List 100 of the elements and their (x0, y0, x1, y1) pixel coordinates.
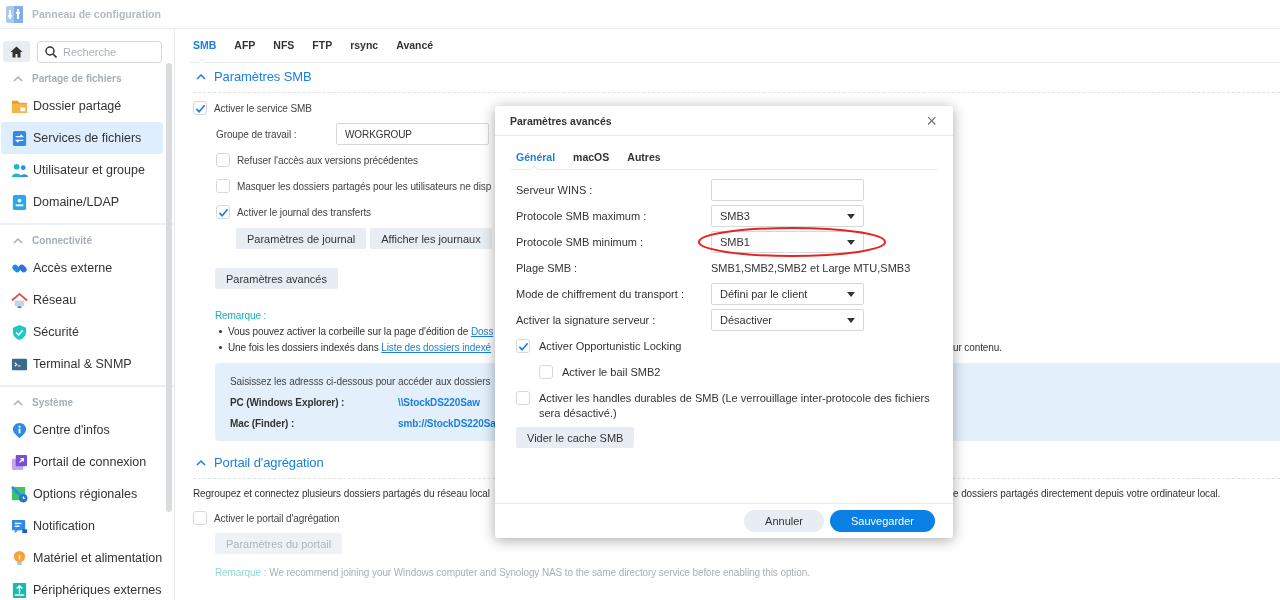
sidebar-item[interactable]: Domaine/LDAP (1, 186, 163, 218)
note-text: Une fois les dossiers indexés dans Liste des dossiers indexé (228, 341, 493, 353)
bullet-dot (219, 345, 222, 349)
log-button[interactable]: Paramètres de journal (236, 228, 367, 249)
chevron-icon[interactable] (13, 398, 23, 406)
bullet-dot (219, 329, 222, 333)
caret-icon (847, 291, 855, 297)
clear-cache-button[interactable]: Vider le cache SMB (516, 427, 635, 448)
map-clock-icon (11, 485, 28, 503)
checkbox-label: Activer le bail SMB2 (562, 366, 661, 378)
checkbox[interactable] (516, 339, 530, 353)
sidebar-item[interactable]: Sécurité (1, 316, 163, 348)
sidebar-item[interactable]: Matériel et alimentation (1, 542, 163, 574)
workgroup-field[interactable]: WORKGROUP (336, 123, 489, 145)
log-button[interactable]: Afficher les journaux (370, 228, 492, 249)
section-header: Système (32, 396, 74, 408)
upload-device-icon (11, 581, 28, 599)
address-value: smb://StockDS220Sa (398, 418, 496, 429)
caret-icon (847, 213, 855, 219)
dropdown[interactable]: SMB1 (711, 231, 864, 253)
app-logo-icon (5, 4, 24, 24)
home-icon (10, 45, 23, 58)
address-label: PC (Windows Explorer) : (230, 397, 346, 408)
save-button[interactable]: Sauvegarder (830, 510, 935, 532)
section-header: Connectivité (32, 234, 92, 246)
field-label: Serveur WINS : (516, 184, 594, 196)
chevron-icon[interactable] (196, 459, 206, 466)
checkbox[interactable] (216, 179, 230, 193)
section-title: Portail d'agrégation (214, 455, 324, 470)
checkbox[interactable] (539, 365, 553, 379)
tab[interactable]: macOS (564, 144, 619, 169)
dropdown[interactable]: SMB3 (711, 205, 864, 227)
section-title: Paramètres SMB (214, 69, 312, 84)
field-label: Protocole SMB minimum : (516, 236, 645, 248)
checkbox[interactable] (193, 101, 207, 115)
window-title: Panneau de configuration (32, 8, 161, 20)
field-label: Activer la signature serveur : (516, 314, 657, 326)
message-icon (11, 517, 28, 535)
sidebar-item[interactable]: Périphériques externes (1, 574, 163, 600)
checkbox[interactable] (216, 153, 230, 167)
chevron-icon[interactable] (13, 74, 23, 82)
checkbox[interactable] (516, 391, 530, 405)
shield-icon (11, 323, 28, 341)
search-field[interactable]: Recherche (37, 41, 162, 63)
sidebar-item[interactable]: Services de fichiers (1, 122, 163, 154)
sidebar-item[interactable]: Options régionales (1, 478, 163, 510)
caret-icon (847, 317, 855, 323)
sidebar-item[interactable]: Dossier partagé (1, 90, 163, 122)
dialog-title: Paramètres avancés (510, 114, 612, 127)
login-window-icon (11, 453, 28, 471)
sidebar-item[interactable]: Accès externe (1, 252, 163, 284)
home-button[interactable] (3, 41, 30, 62)
remark-title: Remarque : (215, 566, 267, 578)
address-label: Mac (Finder) : (230, 418, 296, 429)
input-field[interactable] (711, 179, 864, 201)
description-text: e dossiers partagés directement depuis votre ordinateur local. (953, 487, 1221, 499)
tab[interactable]: rsync (341, 28, 388, 62)
checkbox-label: Activer Opportunistic Locking (539, 340, 682, 352)
checkbox-label: Masquer les dossiers partagés pour les utilisateurs ne disp (237, 180, 492, 192)
house-icon (11, 291, 28, 309)
sidebar-item[interactable]: Réseau (1, 284, 163, 316)
checkbox-label: Refuser l'accès aux versions précédentes (237, 154, 418, 166)
sidebar-item[interactable]: Utilisateur et groupe (1, 154, 163, 186)
scrollbar[interactable] (166, 63, 172, 512)
chevron-icon[interactable] (13, 236, 23, 244)
link[interactable]: Doss (470, 325, 494, 337)
sidebar-item[interactable]: Centre d'infos (1, 414, 163, 446)
dropdown[interactable]: Désactiver (711, 309, 864, 331)
sidebar-item[interactable]: Terminal & SNMP (1, 348, 163, 380)
tab[interactable]: FTP (303, 28, 342, 62)
sidebar-item[interactable]: Portail de connexion (1, 446, 163, 478)
remark-text: We recommend joining your Windows computer and Synology NAS to the same directory service before enabling this option. (269, 566, 810, 578)
field-label: Groupe de travail : (216, 128, 298, 140)
note-text: Vous pouvez activer la corbeille sur la page d'édition de Doss (228, 325, 495, 337)
tab[interactable]: AFP (225, 28, 265, 62)
field-label: Plage SMB : (516, 262, 579, 274)
field-label: Mode de chiffrement du transport : (516, 288, 685, 300)
description-text: Regroupez et connectez plusieurs dossiers partagés du réseau local (193, 487, 491, 499)
search-icon (45, 46, 57, 58)
caret-icon (847, 239, 855, 245)
link[interactable]: Liste des dossiers indexé (381, 341, 492, 353)
tab[interactable]: NFS (264, 28, 304, 62)
tab[interactable]: Avancé (387, 28, 443, 62)
checkbox[interactable] (193, 511, 207, 525)
advanced-settings-button[interactable]: Paramètres avancés (215, 268, 338, 289)
info-text: Saisissez les adresss ci-dessous pour accéder aux dossiers (230, 376, 491, 387)
tab[interactable]: Autres (618, 144, 670, 169)
remark-title: Remarque : (215, 309, 267, 321)
cancel-button[interactable]: Annuler (744, 510, 824, 532)
checkbox[interactable] (216, 205, 230, 219)
dropdown[interactable]: Défini par le client (711, 283, 864, 305)
close-button[interactable]: × (922, 111, 941, 130)
info-pin-icon (11, 421, 28, 439)
sidebar-item[interactable]: Notification (1, 510, 163, 542)
lightbulb-icon (11, 549, 28, 567)
tab[interactable]: Général (511, 144, 565, 169)
chevron-icon[interactable] (196, 73, 206, 80)
tab[interactable]: SMB (193, 28, 226, 62)
checkbox-label: Activer les handles durables de SMB (Le verrouillage inter-protocole des fichiers sera désactivé.) (539, 391, 931, 421)
checkbox-label: Activer le portail d'agrégation (214, 512, 340, 524)
